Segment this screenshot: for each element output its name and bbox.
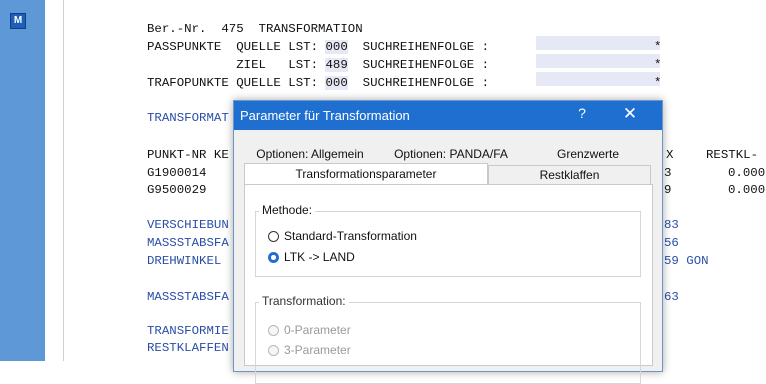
star-mark: * <box>654 40 662 54</box>
passpunkte-line: PASSPUNKTE QUELLE LST: 000 SUCHREIHENFOL… <box>147 40 490 54</box>
tab-optionen-allgemein[interactable]: Optionen: Allgemein <box>246 145 374 163</box>
trafo-lst-value[interactable]: 000 <box>325 76 348 90</box>
passpunkte-lst-value[interactable]: 000 <box>325 40 348 54</box>
radio-label: LTK -> LAND <box>284 250 355 264</box>
trafo-search-field[interactable] <box>536 72 660 86</box>
tab-optionen-panda-fa[interactable]: Optionen: PANDA/FA <box>378 145 524 163</box>
report-header: Ber.-Nr. 475 TRANSFORMATION <box>147 22 363 36</box>
x-column-header: X <box>666 148 674 162</box>
massstabsfaktor-value: 56 <box>664 236 679 250</box>
tab-restklaffen[interactable]: Restklaffen <box>488 165 651 184</box>
transformation-heading: TRANSFORMAT <box>147 111 229 125</box>
methode-group <box>255 211 641 277</box>
radio-label: 3-Parameter <box>284 343 351 357</box>
restkl-column-header: RESTKL- <box>706 148 759 162</box>
verschiebung-label: VERSCHIEBUN <box>147 218 229 232</box>
tab-grenzwerte[interactable]: Grenzwerte <box>536 145 640 163</box>
table-row: G9500029 <box>147 183 207 197</box>
passpunkte-search-field[interactable] <box>536 36 660 50</box>
massstabsfaktor-label-2: MASSSTABSFA <box>147 290 229 304</box>
massstabsfaktor-label: MASSSTABSFA <box>147 236 229 250</box>
radio-circle[interactable] <box>268 345 279 356</box>
ziel-line: ZIEL LST: 489 SUCHREIHENFOLGE : <box>147 58 490 72</box>
close-icon[interactable]: ✕ <box>618 104 642 124</box>
methode-legend: Methode: <box>259 203 316 217</box>
ziel-lst-value[interactable]: 489 <box>325 58 348 72</box>
table-cell: 9 <box>664 183 672 197</box>
ziel-search-field[interactable] <box>536 54 660 68</box>
star-mark: * <box>654 58 662 72</box>
drehwinkel-label: DREHWINKEL <box>147 254 222 268</box>
radio-circle[interactable] <box>268 325 279 336</box>
radio-circle-checked[interactable] <box>268 252 279 263</box>
transformiert-label: TRANSFORMIE <box>147 324 229 338</box>
massstabsfaktor-value-2: 63 <box>664 290 679 304</box>
table-cell: 0.000 <box>728 166 766 180</box>
restklaffen-label: RESTKLAFFEN <box>147 341 229 355</box>
star-mark: * <box>654 76 662 90</box>
radio-label: 0-Parameter <box>284 323 351 337</box>
drehwinkel-value: 59 GON <box>664 254 709 268</box>
tab-transformationsparameter[interactable]: Transformationsparameter <box>244 163 488 184</box>
radio-circle[interactable] <box>268 231 279 242</box>
table-cell: 0.000 <box>728 183 766 197</box>
dialog-titlebar[interactable]: Parameter für Transformation ? ✕ <box>234 101 662 130</box>
table-row: G1900014 <box>147 166 207 180</box>
tab-panel: Methode: Standard-Transformation LTK -> … <box>244 184 653 384</box>
table-header: PUNKT-NR KE <box>147 148 229 162</box>
transformation-parameter-dialog: Parameter für Transformation ? ✕ Optione… <box>233 100 663 384</box>
dialog-title: Parameter für Transformation <box>240 108 410 123</box>
trafopunkte-line: TRAFOPUNKTE QUELLE LST: 000 SUCHREIHENFO… <box>147 76 490 90</box>
table-cell: 3 <box>664 166 672 180</box>
transformation-legend: Transformation: <box>259 294 349 308</box>
help-icon[interactable]: ? <box>572 105 592 121</box>
verschiebung-value: 83 <box>664 218 679 232</box>
radio-label: Standard-Transformation <box>284 229 417 243</box>
